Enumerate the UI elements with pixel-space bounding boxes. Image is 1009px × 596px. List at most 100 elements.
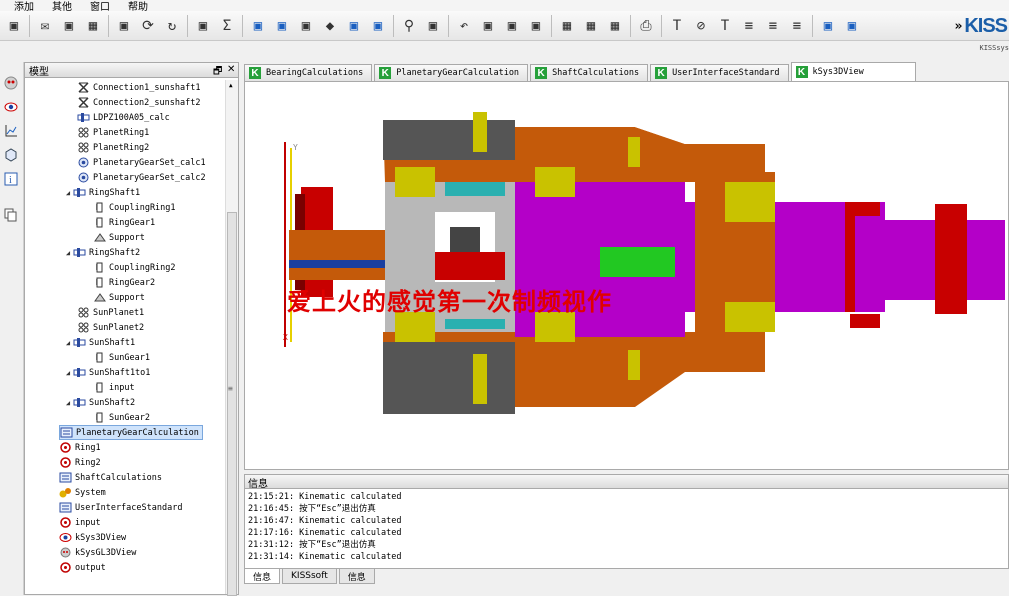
shaft-icon bbox=[73, 186, 86, 199]
cube-icon[interactable] bbox=[4, 148, 18, 162]
tree-item-label: input bbox=[109, 382, 135, 393]
expand-toggle-icon[interactable]: ◢ bbox=[63, 369, 73, 377]
tree-item-label: output bbox=[75, 562, 106, 573]
toolbar-separator bbox=[448, 14, 449, 37]
align-icon[interactable]: ▣ bbox=[113, 15, 135, 37]
eye-icon[interactable] bbox=[4, 100, 18, 114]
table-1-icon[interactable]: ▦ bbox=[556, 15, 578, 37]
tree-item[interactable]: SunGear1 bbox=[93, 350, 150, 365]
tree-item[interactable]: ◢ RingShaft1 bbox=[63, 185, 140, 200]
ksys-3d-view[interactable]: Y X 爱上火的感觉第一次制频视作 bbox=[244, 81, 1009, 470]
expand-toggle-icon[interactable]: ◢ bbox=[63, 249, 73, 257]
tree-item[interactable]: kSys3DView bbox=[59, 530, 126, 545]
close-icon[interactable]: ✕ bbox=[227, 64, 235, 75]
tree-item[interactable]: PlanetaryGearCalculation bbox=[59, 425, 203, 440]
tree-item[interactable]: input bbox=[59, 515, 101, 530]
tree-item-label: SunPlanet1 bbox=[93, 307, 145, 318]
tree-item[interactable]: RingGear1 bbox=[93, 215, 155, 230]
gem-icon[interactable]: ◆ bbox=[319, 15, 341, 37]
tree-item[interactable]: ◢ SunShaft2 bbox=[63, 395, 135, 410]
tool-icon[interactable]: ▣ bbox=[192, 15, 214, 37]
box-2-icon[interactable]: ▣ bbox=[501, 15, 523, 37]
mail-icon[interactable]: ✉ bbox=[34, 15, 56, 37]
box-1-icon[interactable]: ▣ bbox=[477, 15, 499, 37]
tab-shaftcalculations[interactable]: K ShaftCalculations bbox=[530, 64, 649, 81]
bottom-tab[interactable]: KISSsoft bbox=[282, 569, 337, 584]
table-3-icon[interactable]: ▦ bbox=[604, 15, 626, 37]
align-right-icon[interactable]: ≡ bbox=[786, 15, 808, 37]
expand-toggle-icon[interactable]: ◢ bbox=[63, 189, 73, 197]
tree-item[interactable]: ShaftCalculations bbox=[59, 470, 162, 485]
text-frame-icon[interactable]: T bbox=[666, 15, 688, 37]
tree-item[interactable]: input bbox=[93, 380, 135, 395]
float-icon[interactable]: 🗗 bbox=[213, 64, 222, 81]
bottle-icon[interactable]: ▣ bbox=[422, 15, 444, 37]
robot-icon[interactable] bbox=[4, 76, 18, 90]
sort-icon[interactable]: ▣ bbox=[295, 15, 317, 37]
info-icon[interactable]: i bbox=[4, 172, 18, 186]
tree-item[interactable]: SunPlanet2 bbox=[77, 320, 144, 335]
grid-1-icon[interactable]: ▣ bbox=[247, 15, 269, 37]
tree-item[interactable]: System bbox=[59, 485, 106, 500]
align-left-icon[interactable]: ≡ bbox=[738, 15, 760, 37]
rotate-icon[interactable]: ↻ bbox=[161, 15, 183, 37]
table-2-icon[interactable]: ▦ bbox=[580, 15, 602, 37]
tree-scrollbar[interactable]: ▲ ≡ bbox=[225, 80, 238, 596]
tree-item[interactable]: CouplingRing2 bbox=[93, 260, 176, 275]
tree-item[interactable]: Ring2 bbox=[59, 455, 101, 470]
tab-planetarygearcalculation[interactable]: K PlanetaryGearCalculation bbox=[374, 64, 529, 81]
open-folder-icon[interactable]: ▣ bbox=[3, 15, 25, 37]
tree-item[interactable]: SunGear2 bbox=[93, 410, 150, 425]
calculator-icon[interactable]: ▦ bbox=[82, 15, 104, 37]
tab-userinterfacestandard[interactable]: K UserInterfaceStandard bbox=[650, 64, 789, 81]
tree-item[interactable]: Connection2_sunshaft2 bbox=[77, 95, 200, 110]
grid-2-icon[interactable]: ▣ bbox=[271, 15, 293, 37]
chart-icon[interactable] bbox=[4, 124, 18, 138]
tab-ksys3dview[interactable]: KkSys3DView bbox=[790, 62, 916, 81]
chart-up-icon[interactable]: ▣ bbox=[343, 15, 365, 37]
tab-bearingcalculations[interactable]: K BearingCalculations bbox=[244, 64, 373, 81]
tree-item[interactable]: ◢ SunShaft1 bbox=[63, 335, 135, 350]
chart-xy-icon[interactable]: ▣ bbox=[817, 15, 839, 37]
tree-item[interactable]: SunPlanet1 bbox=[77, 305, 144, 320]
tree-item[interactable]: Support bbox=[93, 230, 145, 245]
tree-item[interactable]: UserInterfaceStandard bbox=[59, 500, 182, 515]
tree-item[interactable]: LDPZ100A05_calc bbox=[77, 110, 170, 125]
tree-item[interactable]: PlanetRing1 bbox=[77, 125, 149, 140]
scroll-thumb[interactable] bbox=[227, 212, 237, 596]
window-icon[interactable]: ▣ bbox=[58, 15, 80, 37]
tree-item[interactable]: PlanetaryGearSet_calc2 bbox=[77, 170, 206, 185]
clamp-1 bbox=[850, 202, 880, 216]
system-icon bbox=[59, 486, 72, 499]
expand-toggle-icon[interactable]: ◢ bbox=[63, 399, 73, 407]
tree-item[interactable]: Ring1 bbox=[59, 440, 101, 455]
chart-xz-icon[interactable]: ▣ bbox=[841, 15, 863, 37]
tree-item[interactable]: RingGear2 bbox=[93, 275, 155, 290]
tree-item[interactable]: Support bbox=[93, 290, 145, 305]
bottom-tab[interactable]: 信息 bbox=[338, 569, 375, 584]
align-center-icon[interactable]: ≡ bbox=[762, 15, 784, 37]
tree-item[interactable]: Connection1_sunshaft1 bbox=[77, 80, 200, 95]
magnet-icon[interactable]: ⚲ bbox=[398, 15, 420, 37]
copy-icon[interactable] bbox=[4, 208, 18, 222]
tree-item[interactable]: ◢ SunShaft1to1 bbox=[63, 365, 151, 380]
sigma-icon[interactable]: Σ bbox=[216, 15, 238, 37]
tree-item[interactable]: kSysGL3DView bbox=[59, 545, 136, 560]
tree-item[interactable]: output bbox=[59, 560, 106, 575]
back-arrow-icon[interactable]: ↶ bbox=[453, 15, 475, 37]
text-t-icon[interactable]: T bbox=[714, 15, 736, 37]
box-3-icon[interactable]: ▣ bbox=[525, 15, 547, 37]
tree-item[interactable]: PlanetaryGearSet_calc1 bbox=[77, 155, 206, 170]
scroll-up-icon[interactable]: ▲ bbox=[229, 82, 233, 89]
tree-item[interactable]: PlanetRing2 bbox=[77, 140, 149, 155]
printer-icon[interactable]: ⎙ bbox=[635, 15, 657, 37]
refresh-icon[interactable]: ⟳ bbox=[137, 15, 159, 37]
tree-item[interactable]: CouplingRing1 bbox=[93, 200, 176, 215]
tree-item[interactable]: ◢ RingShaft2 bbox=[63, 245, 140, 260]
calc-icon bbox=[60, 426, 73, 439]
chevron-right-icon[interactable]: » bbox=[954, 19, 962, 34]
no-icon[interactable]: ⊘ bbox=[690, 15, 712, 37]
chart-down-icon[interactable]: ▣ bbox=[367, 15, 389, 37]
bottom-tab[interactable]: 信息 bbox=[244, 569, 281, 584]
expand-toggle-icon[interactable]: ◢ bbox=[63, 339, 73, 347]
